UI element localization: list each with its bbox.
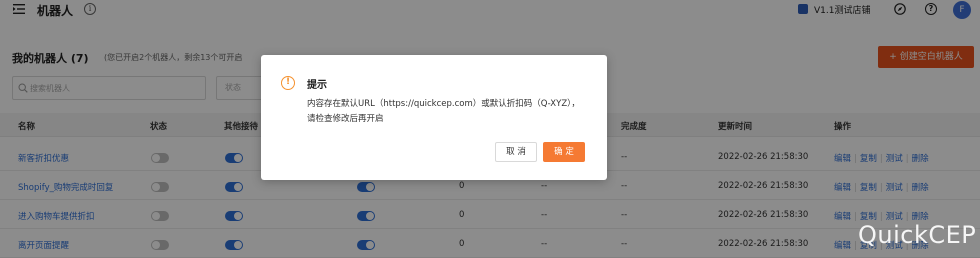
cancel-button[interactable]: 取 消 [495,142,537,162]
confirm-dialog: ! 提示 内容存在默认URL（https://quickcep.com）或默认折… [261,55,607,180]
dialog-message: 内容存在默认URL（https://quickcep.com）或默认折扣码（Q-… [307,99,580,124]
warning-icon: ! [281,76,295,90]
dialog-title: 提示 [307,80,327,91]
brand-watermark: QuickCEP [858,221,977,249]
confirm-button[interactable]: 确 定 [543,142,585,162]
